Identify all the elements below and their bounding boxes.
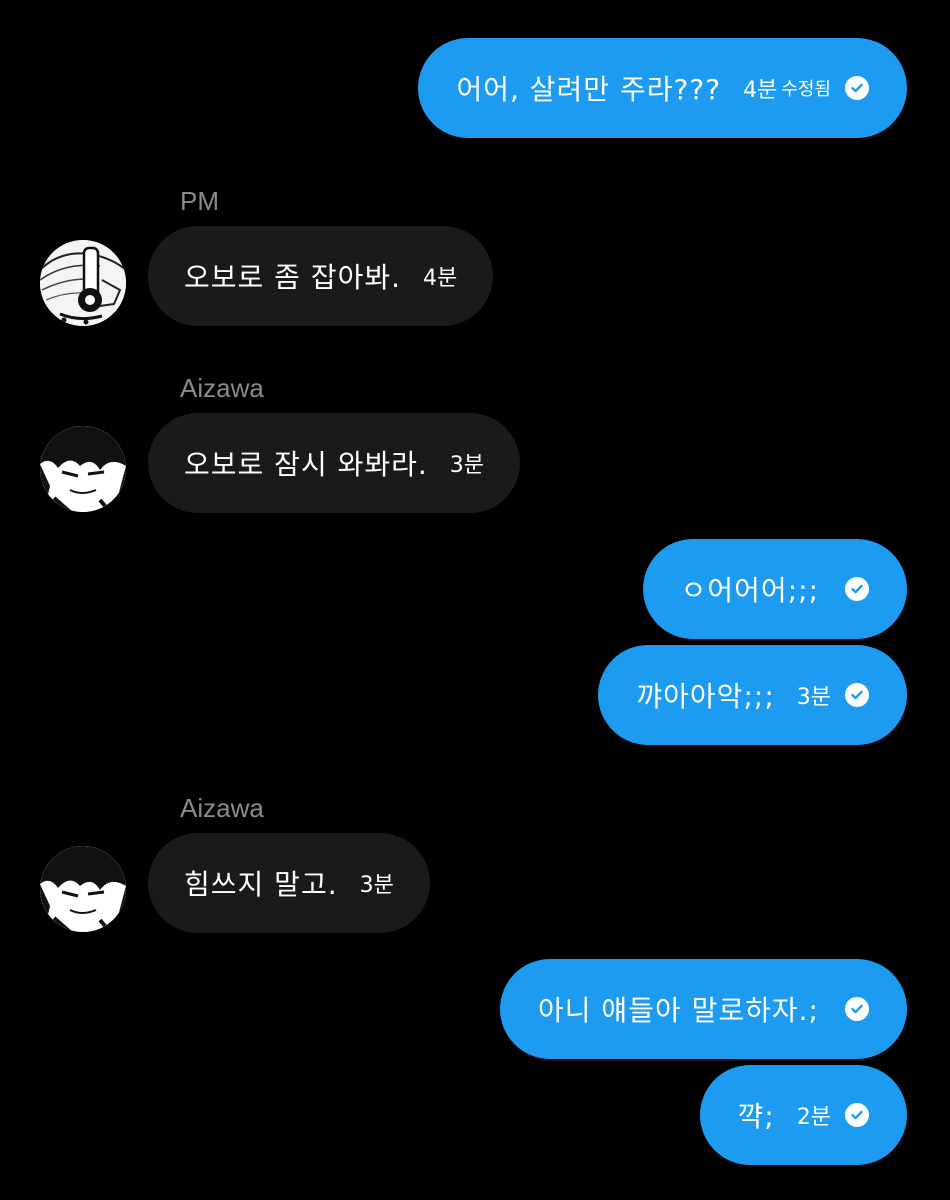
message-text: ㅇ어어어;;; <box>680 574 819 607</box>
message-text: 꺅; <box>737 1100 775 1133</box>
outgoing-message-bubble[interactable]: 꺅; 2분 <box>699 1065 907 1165</box>
message-time: 3분 <box>359 873 394 898</box>
check-circle-icon <box>845 577 869 601</box>
incoming-message-bubble[interactable]: 오보로 좀 잡아봐. 4분 <box>148 226 494 326</box>
message-text: 아니 얘들아 말로하자.; <box>538 994 819 1027</box>
outgoing-message-bubble[interactable]: 아니 얘들아 말로하자.; <box>500 959 907 1059</box>
dark-hair-character-avatar <box>40 846 126 932</box>
message-text: 꺄아아악;;; <box>636 680 775 713</box>
sender-name: Aizawa <box>180 373 264 403</box>
message-time: 2분 <box>796 1105 831 1130</box>
message-time: 4분 <box>743 78 778 103</box>
message-text: 오보로 좀 잡아봐. <box>184 261 402 294</box>
message-text: 힘쓰지 말고. <box>184 868 338 901</box>
outgoing-message-bubble[interactable]: 어어, 살려만 주라??? 4분 수정됨 <box>418 38 907 138</box>
aizawa-avatar[interactable] <box>40 846 126 932</box>
dark-hair-character-avatar <box>40 426 126 512</box>
check-circle-icon <box>845 997 869 1021</box>
message-text: 어어, 살려만 주라??? <box>456 73 722 106</box>
pm-avatar[interactable] <box>40 240 126 326</box>
edited-label: 수정됨 <box>781 79 831 100</box>
incoming-message-bubble[interactable]: 힘쓰지 말고. 3분 <box>148 833 430 933</box>
outgoing-message-bubble[interactable]: ㅇ어어어;;; <box>642 539 907 639</box>
headphone-character-avatar <box>40 240 126 326</box>
message-time: 3분 <box>796 685 831 710</box>
sender-name: Aizawa <box>180 793 264 823</box>
check-circle-icon <box>845 683 869 707</box>
message-time: 4분 <box>423 266 458 291</box>
message-text: 오보로 잠시 와봐라. <box>184 448 428 481</box>
check-circle-icon <box>845 1103 869 1127</box>
incoming-message-bubble[interactable]: 오보로 잠시 와봐라. 3분 <box>148 413 521 513</box>
outgoing-message-bubble[interactable]: 꺄아아악;;; 3분 <box>598 645 907 745</box>
check-circle-icon <box>845 76 869 100</box>
aizawa-avatar[interactable] <box>40 426 126 512</box>
message-time: 3분 <box>449 453 485 478</box>
sender-name: PM <box>180 186 219 216</box>
